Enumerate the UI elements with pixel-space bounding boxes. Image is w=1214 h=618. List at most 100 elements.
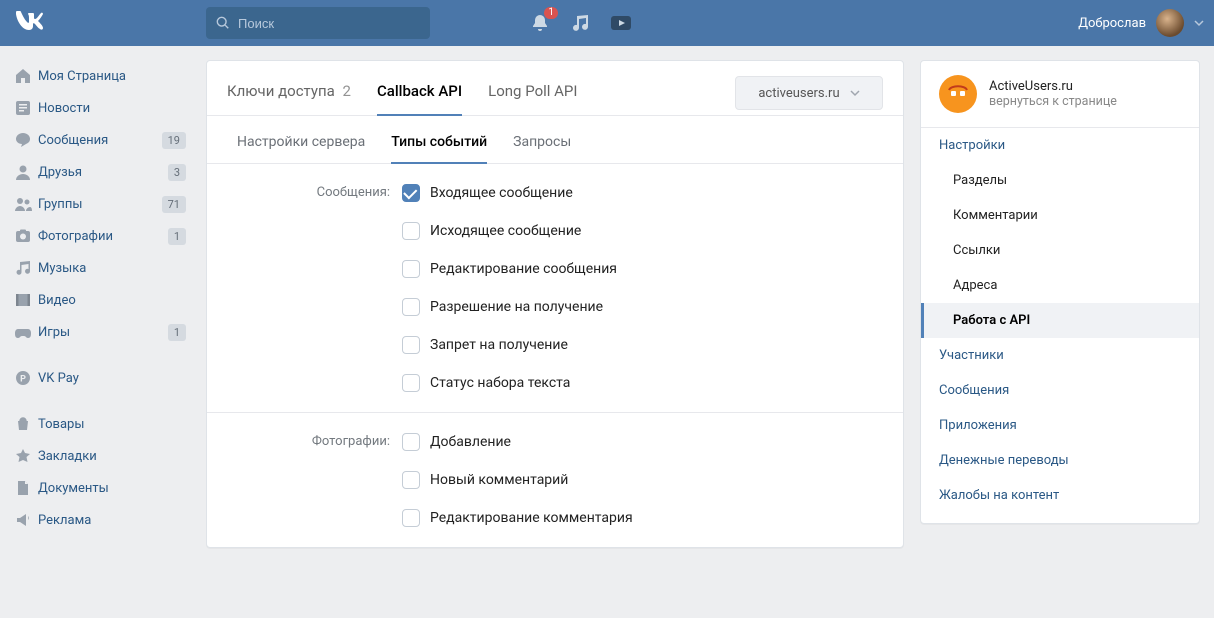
header-actions: 1 — [530, 13, 632, 33]
vk-logo[interactable] — [12, 5, 48, 41]
settings-link-работа-с-api[interactable]: Работа с API — [921, 303, 1199, 338]
sidebar-item-game[interactable]: Игры1 — [8, 316, 192, 348]
sidebar-item-label: Реклама — [38, 513, 186, 528]
community-avatar — [939, 75, 977, 113]
option-label: Исходящее сообщение — [430, 223, 581, 239]
tab-label: Ключи доступа — [227, 82, 335, 100]
chevron-down-icon — [850, 88, 860, 98]
sidebar-item-label: Моя Страница — [38, 69, 186, 84]
settings-link-участники[interactable]: Участники — [921, 338, 1199, 373]
sidebar-item-counter: 71 — [162, 196, 186, 213]
option-label: Входящее сообщение — [430, 185, 573, 201]
event-section: Сообщения:Входящее сообщениеИсходящее со… — [207, 164, 903, 413]
option-label: Добавление — [430, 434, 511, 450]
settings-link-жалобы-на-контент[interactable]: Жалобы на контент — [921, 478, 1199, 513]
sidebar-item-pay[interactable]: P VK Pay — [8, 362, 192, 394]
left-sidebar: Моя СтраницаНовостиСообщения19Друзья3Гру… — [0, 60, 200, 548]
sidebar-item-counter: 1 — [168, 324, 186, 341]
sidebar-item-label: VK Pay — [38, 371, 186, 386]
search-input[interactable] — [238, 16, 420, 31]
checkbox-option[interactable]: Исходящее сообщение — [402, 222, 873, 240]
option-label: Разрешение на получение — [430, 299, 603, 315]
settings-link-адреса[interactable]: Адреса — [921, 268, 1199, 303]
checkbox[interactable] — [402, 260, 420, 278]
main-panel: Ключи доступа 2 Callback API Long Poll API… — [206, 60, 904, 548]
svg-text:P: P — [20, 375, 26, 385]
checkbox[interactable] — [402, 336, 420, 354]
settings-link-разделы[interactable]: Разделы — [921, 163, 1199, 198]
checkbox[interactable] — [402, 222, 420, 240]
option-label: Редактирование комментария — [430, 510, 633, 526]
content-layout: Моя СтраницаНовостиСообщения19Друзья3Гру… — [0, 46, 1214, 548]
settings-link-сообщения[interactable]: Сообщения — [921, 373, 1199, 408]
checkbox-option[interactable]: Статус набора текста — [402, 374, 873, 392]
settings-link-настройки[interactable]: Настройки — [921, 128, 1199, 163]
subtab-настройки-сервера[interactable]: Настройки сервера — [237, 128, 365, 163]
subtab-типы-событий[interactable]: Типы событий — [391, 128, 487, 164]
checkbox[interactable] — [402, 298, 420, 316]
video-icon — [14, 291, 38, 309]
settings-link-ссылки[interactable]: Ссылки — [921, 233, 1199, 268]
checkbox-option[interactable]: Новый комментарий — [402, 471, 873, 489]
checkbox[interactable] — [402, 433, 420, 451]
right-sidebar: ActiveUsers.ru вернуться к странице Наст… — [920, 60, 1200, 548]
top-header: 1 Доброслав — [0, 0, 1214, 46]
sidebar-item-group[interactable]: Группы71 — [8, 188, 192, 220]
settings-link-приложения[interactable]: Приложения — [921, 408, 1199, 443]
sidebar-item-ad[interactable]: Реклама — [8, 504, 192, 536]
sidebar-item-news[interactable]: Новости — [8, 92, 192, 124]
sidebar-item-doc[interactable]: Документы — [8, 472, 192, 504]
tab-long-poll-api[interactable]: Long Poll API — [488, 72, 577, 114]
server-dropdown[interactable]: activeusers.ru — [735, 76, 883, 110]
tab-ключи-доступа[interactable]: Ключи доступа 2 — [227, 72, 351, 114]
back-to-page-link[interactable]: вернуться к странице — [989, 94, 1117, 109]
sidebar-item-user[interactable]: Друзья3 — [8, 156, 192, 188]
checkbox-option[interactable]: Запрет на получение — [402, 336, 873, 354]
sidebar-item-bag[interactable]: Товары — [8, 408, 192, 440]
sidebar-item-msg[interactable]: Сообщения19 — [8, 124, 192, 156]
sidebar-item-label: Друзья — [38, 165, 168, 180]
user-menu[interactable]: Доброслав — [1078, 9, 1204, 37]
checkbox[interactable] — [402, 471, 420, 489]
checkbox-option[interactable]: Редактирование сообщения — [402, 260, 873, 278]
settings-menu: НастройкиРазделыКомментарииСсылкиАдресаР… — [921, 128, 1199, 513]
star-icon — [14, 447, 38, 465]
sidebar-item-label: Документы — [38, 481, 186, 496]
ad-icon — [14, 511, 38, 529]
settings-link-комментарии[interactable]: Комментарии — [921, 198, 1199, 233]
section-title: Фотографии: — [237, 433, 402, 527]
subtab-запросы[interactable]: Запросы — [513, 128, 571, 163]
sidebar-item-counter: 19 — [162, 132, 186, 149]
sidebar-item-music[interactable]: Музыка — [8, 252, 192, 284]
tab-label: Callback API — [377, 82, 462, 100]
sidebar-item-star[interactable]: Закладки — [8, 440, 192, 472]
sub-tabs: Настройки сервера Типы событий Запросы — [207, 116, 903, 164]
video-play-icon[interactable] — [610, 13, 632, 33]
top-tabs: Ключи доступа 2 Callback API Long Poll API… — [207, 61, 903, 116]
group-icon — [14, 195, 38, 213]
sidebar-item-label: Видео — [38, 293, 186, 308]
notifications-icon[interactable]: 1 — [530, 13, 550, 33]
tab-callback-api[interactable]: Callback API — [377, 72, 462, 116]
community-card-header: ActiveUsers.ru вернуться к странице — [921, 61, 1199, 128]
checkbox-option[interactable]: Добавление — [402, 433, 873, 451]
section-options: Добавление Новый комментарий Редактировани… — [402, 433, 873, 527]
option-label: Статус набора текста — [430, 375, 570, 391]
sidebar-item-video[interactable]: Видео — [8, 284, 192, 316]
settings-link-денежные-переводы[interactable]: Денежные переводы — [921, 443, 1199, 478]
doc-icon — [14, 479, 38, 497]
checkbox-option[interactable]: Разрешение на получение — [402, 298, 873, 316]
sidebar-item-label: Музыка — [38, 261, 186, 276]
music-icon[interactable] — [570, 13, 590, 33]
checkbox[interactable] — [402, 509, 420, 527]
checkbox-option[interactable]: Входящее сообщение — [402, 184, 873, 202]
option-label: Редактирование сообщения — [430, 261, 617, 277]
checkbox[interactable] — [402, 184, 420, 202]
sidebar-item-counter: 3 — [168, 164, 186, 181]
sidebar-item-photo[interactable]: Фотографии1 — [8, 220, 192, 252]
checkbox[interactable] — [402, 374, 420, 392]
sidebar-item-home[interactable]: Моя Страница — [8, 60, 192, 92]
sidebar-item-label: Закладки — [38, 449, 186, 464]
checkbox-option[interactable]: Редактирование комментария — [402, 509, 873, 527]
search-box[interactable] — [206, 7, 430, 39]
